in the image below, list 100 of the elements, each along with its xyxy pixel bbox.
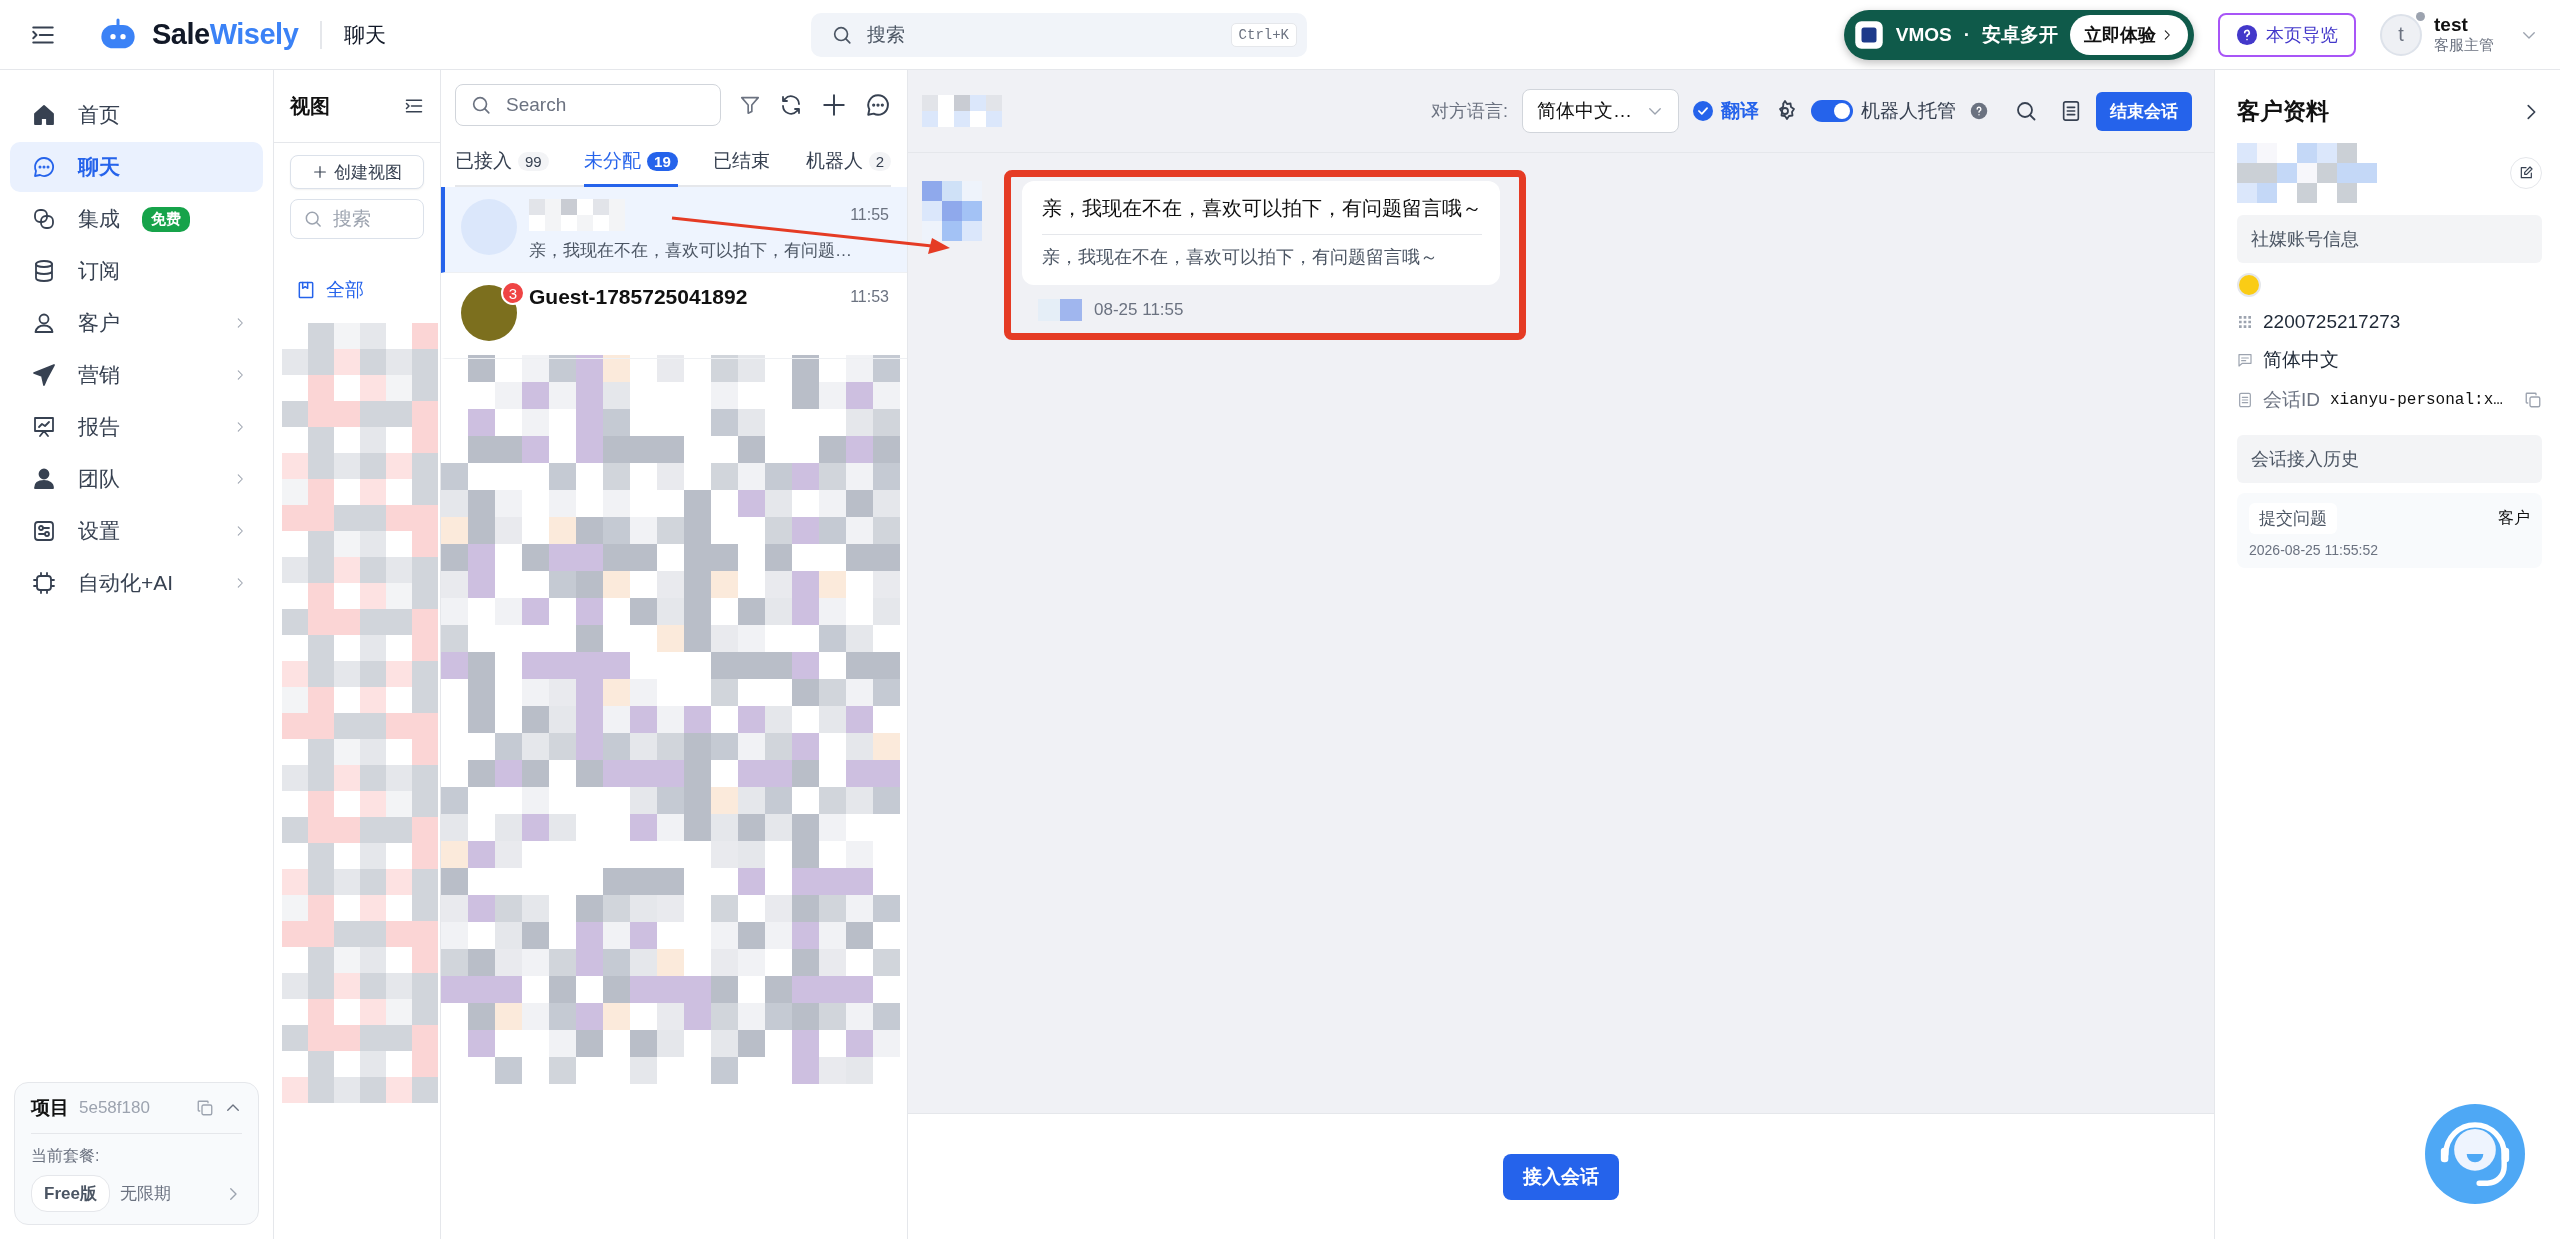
sliders-panel-icon <box>32 519 56 543</box>
chip-icon <box>32 571 56 595</box>
chat-bubble-icon <box>32 155 56 179</box>
count-badge: 2 <box>868 151 891 171</box>
translate-checkbox[interactable]: 翻译 <box>1693 98 1759 124</box>
plus-icon[interactable] <box>821 92 847 118</box>
message-time: 08-25 11:55 <box>1094 300 1184 320</box>
linked-squares-icon <box>32 207 56 231</box>
unread-badge: 3 <box>501 281 525 305</box>
conversation-item[interactable]: 11:55 亲，我现在不在，喜欢可以拍下，有问题… <box>441 187 907 273</box>
nav-item[interactable]: 设置 <box>10 506 263 556</box>
nav-item[interactable]: 订阅 <box>10 246 263 296</box>
home-icon <box>32 103 56 127</box>
shortcut-hint: Ctrl+K <box>1230 22 1297 47</box>
brand-logo-text: SaleWisely <box>152 18 299 51</box>
session-id: xianyu-personal:x… <box>2330 391 2503 409</box>
person-icon <box>32 311 56 335</box>
conversation-tab[interactable]: 已接入 99 <box>455 140 549 187</box>
section-header: 社媒账号信息 <box>2237 215 2542 263</box>
event-time: 2026-08-25 11:55:52 <box>2249 542 2379 558</box>
person-icon <box>32 467 56 491</box>
message-text: 亲，我现在不在，喜欢可以拍下，有问题留言哦～ <box>1042 195 1482 235</box>
edit-button[interactable] <box>2510 157 2542 189</box>
translated-text: 亲，我现在不在，喜欢可以拍下，有问题留言哦～ <box>1042 246 1439 269</box>
promo-try-button[interactable]: 立即体验 <box>2070 14 2188 55</box>
document-icon[interactable] <box>2060 99 2082 123</box>
view-search-field[interactable]: 搜索 <box>290 199 424 239</box>
count-badge: 99 <box>518 151 549 171</box>
help-icon[interactable] <box>1970 102 1988 120</box>
presentation-board-icon <box>32 415 56 439</box>
global-search-field[interactable]: 搜索 <box>865 22 1219 47</box>
search-icon <box>303 209 323 229</box>
customer-language: 简体中文 <box>2263 348 2339 372</box>
count-badge: 19 <box>647 151 678 171</box>
promo-brand: VMOS <box>1895 23 1952 46</box>
plan-term: 无限期 <box>119 1183 172 1205</box>
check-icon <box>1696 104 1710 118</box>
grid-icon <box>2237 314 2253 330</box>
bookmark-icon <box>296 280 316 300</box>
nav-item[interactable]: 自动化+AI <box>10 558 263 608</box>
page-guide-button[interactable]: 本页导览 <box>2218 12 2356 57</box>
message-preview: 亲，我现在不在，喜欢可以拍下，有问题… <box>529 240 853 262</box>
database-icon <box>32 259 56 283</box>
nav-item[interactable]: 报告 <box>10 402 263 452</box>
app-logo-icon <box>1853 19 1884 50</box>
plus-icon <box>312 164 328 180</box>
views-title: 视图 <box>290 93 330 119</box>
panel-title: 客户资料 <box>2237 97 2329 126</box>
chat-bubble-icon[interactable] <box>865 92 891 118</box>
nav-item[interactable]: 首页 <box>10 90 263 140</box>
message-icon <box>2237 352 2253 368</box>
avatar <box>461 285 517 341</box>
join-chat-button[interactable]: 接入会话 <box>1503 1153 1619 1200</box>
free-badge: 免费 <box>142 206 190 232</box>
message-time: 11:53 <box>850 288 889 306</box>
nav-item[interactable]: 聊天 <box>10 142 263 192</box>
plan-tag[interactable]: Free版 <box>31 1175 110 1212</box>
contact-name: Guest-1785725041892 <box>529 285 749 309</box>
menu-icon[interactable] <box>404 96 424 116</box>
view-item[interactable]: 全部 <box>296 277 424 303</box>
conversation-search-field[interactable]: Search <box>455 84 721 126</box>
project-id: 5e58f180 <box>79 1098 151 1118</box>
event-tag: 提交问题 <box>2249 503 2337 534</box>
account-id: 2200725217273 <box>2263 311 2401 333</box>
session-label: 会话ID <box>2263 388 2320 412</box>
conversation-tab[interactable]: 机器人 2 <box>805 140 891 187</box>
promo-separator: · <box>1963 23 1970 46</box>
user-role: 客服主管 <box>2434 36 2494 55</box>
platform-icon <box>2237 273 2261 297</box>
promo-banner[interactable]: VMOS · 安卓多开 立即体验 <box>1843 9 2194 60</box>
language-label: 对方语言: <box>1431 100 1508 123</box>
message-time: 11:55 <box>850 206 889 224</box>
nav-item[interactable]: 营销 <box>10 350 263 400</box>
pixelated-avatar <box>922 181 982 241</box>
robot-hosting-toggle[interactable]: 机器人托管 <box>1811 98 1956 124</box>
help-icon <box>2236 23 2258 46</box>
promo-text: 安卓多开 <box>1982 22 2058 47</box>
nav-item[interactable]: 集成 免费 <box>10 194 263 244</box>
language-select[interactable]: 简体中文… <box>1522 89 1679 133</box>
refresh-icon[interactable] <box>779 93 803 117</box>
user-avatar[interactable]: t <box>2380 13 2422 56</box>
project-label: 项目 <box>31 1096 69 1120</box>
create-view-button[interactable]: 创建视图 <box>290 155 424 189</box>
end-chat-button[interactable]: 结束会话 <box>2096 91 2192 131</box>
pixelated-icon <box>1038 299 1082 321</box>
filter-icon[interactable] <box>739 94 761 116</box>
section-header: 会话接入历史 <box>2237 435 2542 483</box>
search-icon[interactable] <box>2014 99 2038 123</box>
global-search-field[interactable]: 搜索 Ctrl+K <box>811 12 1307 57</box>
nav-item[interactable]: 客户 <box>10 298 263 348</box>
status-dot-icon <box>2416 11 2425 21</box>
conversation-tab[interactable]: 已结束 <box>713 140 771 187</box>
conversation-search-field[interactable]: Search <box>504 93 658 117</box>
user-name: test <box>2434 14 2469 36</box>
page-title: 聊天 <box>344 21 387 48</box>
paper-plane-icon <box>32 363 56 387</box>
document-icon <box>2237 392 2253 408</box>
view-search-field[interactable]: 搜索 <box>331 207 405 231</box>
nav-item[interactable]: 团队 <box>10 454 263 504</box>
edit-icon <box>2518 165 2534 181</box>
